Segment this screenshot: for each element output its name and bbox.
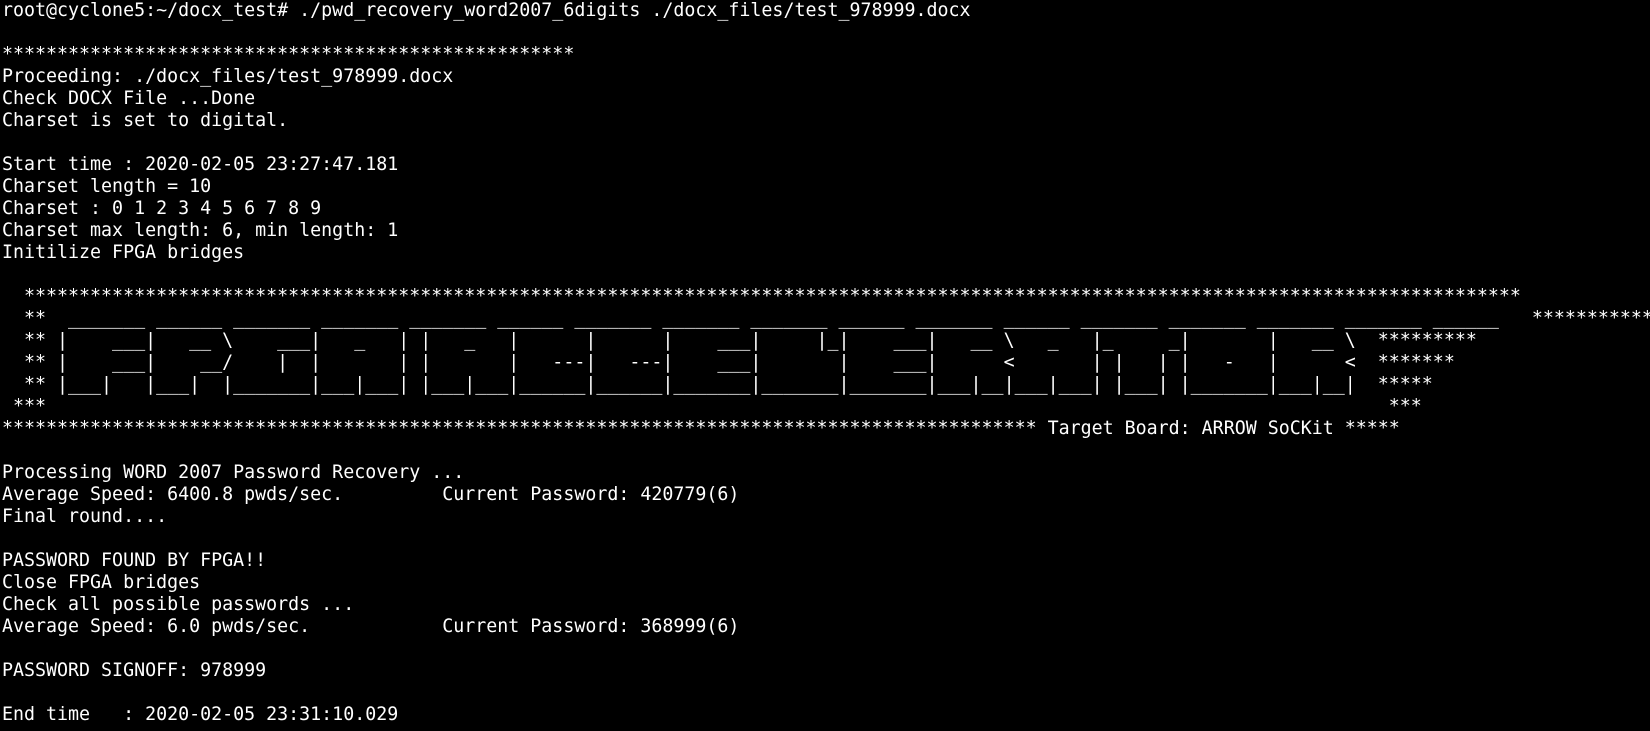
ascii-banner-line: *** *** (2, 396, 1422, 417)
terminal-output: root@cyclone5:~/docx_test# ./pwd_recover… (2, 0, 1650, 726)
output-line: Average Speed: 6400.8 pwds/sec. Current … (2, 484, 740, 505)
ascii-banner-line: ** | ___| __/ | | | | | ---| ---| ___| |… (2, 352, 1455, 373)
output-line: Check DOCX File ...Done (2, 88, 256, 109)
command-prompt-line: root@cyclone5:~/docx_test# ./pwd_recover… (2, 0, 971, 21)
ascii-banner-line: ** | ___| __ \ ___| _ | | _ | | | ___| |… (2, 330, 1477, 351)
output-line: Charset length = 10 (2, 176, 212, 197)
output-line: Start time : 2020-02-05 23:27:47.181 (2, 154, 399, 175)
output-line: Close FPGA bridges (2, 572, 201, 593)
output-line: Initilize FPGA bridges (2, 242, 245, 263)
output-line: PASSWORD SIGNOFF: 978999 (2, 660, 267, 681)
terminal-window[interactable]: root@cyclone5:~/docx_test# ./pwd_recover… (0, 0, 1650, 731)
output-line: Proceeding: ./docx_files/test_978999.doc… (2, 66, 454, 87)
ascii-banner-line: ** |___| |___| |_______|___|___| |___|__… (2, 374, 1433, 395)
ascii-banner-line: ****************************************… (2, 286, 1521, 307)
output-line: Check all possible passwords ... (2, 594, 355, 615)
output-line: Charset is set to digital. (2, 110, 289, 131)
output-line: Processing WORD 2007 Password Recovery .… (2, 462, 465, 483)
target-board-line: ****************************************… (2, 418, 1400, 439)
separator-line: ****************************************… (2, 44, 575, 65)
output-line: Charset max length: 6, min length: 1 (2, 220, 399, 241)
ascii-banner-line: ** _______ ______ _______ _______ ______… (2, 308, 1650, 329)
output-line: Charset : 0 1 2 3 4 5 6 7 8 9 (2, 198, 322, 219)
output-line: Final round.... (2, 506, 168, 527)
output-line: Average Speed: 6.0 pwds/sec. Current Pas… (2, 616, 740, 637)
output-line: End time : 2020-02-05 23:31:10.029 (2, 704, 399, 725)
output-line: PASSWORD FOUND BY FPGA!! (2, 550, 267, 571)
